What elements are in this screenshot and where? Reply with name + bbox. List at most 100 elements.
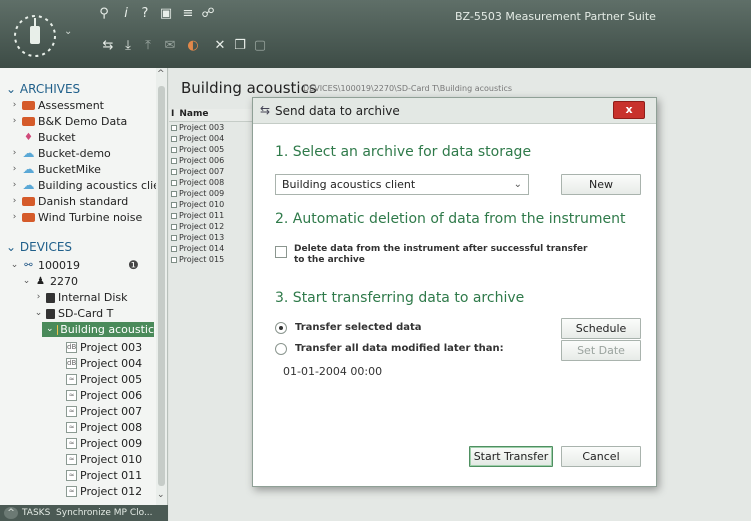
list-item[interactable]: Project 015 — [169, 254, 257, 265]
column-header-i[interactable]: I — [171, 109, 174, 121]
chevron-right-icon[interactable]: › — [10, 210, 19, 225]
tree-item-device[interactable]: ⌄ ⚯ 100019 — [10, 258, 80, 273]
list-item[interactable]: Project 004 — [169, 133, 257, 144]
chevron-down-icon[interactable]: ⌄ — [64, 26, 72, 37]
scroll-down-icon[interactable]: ⌄ — [157, 490, 165, 500]
tree-item-project[interactable]: ≈ Project 009 — [66, 436, 142, 451]
search-icon[interactable]: ⚲ — [96, 6, 112, 22]
help-icon[interactable]: ? — [137, 6, 153, 22]
table-icon[interactable]: ▣ — [158, 6, 174, 22]
list-header[interactable]: I Name — [169, 109, 257, 122]
set-date-button[interactable]: Set Date — [561, 340, 641, 361]
info-circle-icon[interactable]: ❶ — [128, 258, 139, 272]
tree-item-archive[interactable]: › ☁ BucketMike — [10, 162, 101, 177]
tasks-status-text: Synchronize MP Clo... — [56, 508, 153, 518]
tree-item-project[interactable]: ≈ Project 010 — [66, 452, 142, 467]
scrollbar-thumb[interactable] — [158, 86, 165, 486]
tree-item-project[interactable]: ≈ Project 007 — [66, 404, 142, 419]
chevron-right-icon[interactable]: › — [10, 146, 19, 161]
tree-item-archive[interactable]: › ☁ Building acoustics clier — [10, 178, 165, 193]
chevron-down-icon[interactable]: ⌄ — [10, 258, 19, 273]
tree-item-archive[interactable]: › B&K Demo Data — [10, 114, 128, 129]
archive-select[interactable]: Building acoustics client ⌄ — [275, 174, 529, 195]
tree-item-archive[interactable]: › ☁ Bucket-demo — [10, 146, 111, 161]
info-icon[interactable]: i — [118, 6, 134, 22]
chevron-down-icon[interactable]: ⌄ — [22, 274, 31, 289]
tree-item-selected-folder[interactable]: ⌄ Building acoustic — [42, 322, 154, 337]
tree-item-project[interactable]: ≈ Project 011 — [66, 468, 142, 483]
tree-item-project[interactable]: dB Project 004 — [66, 356, 142, 371]
chevron-down-icon[interactable]: ⌄ — [514, 175, 522, 194]
column-header-name[interactable]: Name — [179, 109, 208, 121]
list-item[interactable]: Project 013 — [169, 232, 257, 243]
app-logo-icon[interactable] — [10, 14, 60, 58]
list-item[interactable]: Project 010 — [169, 199, 257, 210]
tree-item-project[interactable]: ≈ Project 005 — [66, 372, 142, 387]
paste-icon[interactable]: ▢ — [252, 38, 268, 54]
chevron-right-icon[interactable]: › — [10, 194, 19, 209]
scroll-up-icon[interactable]: ^ — [157, 69, 165, 79]
signal-icon[interactable]: ≡ — [180, 6, 196, 22]
tree-item-label: Wind Turbine noise — [38, 211, 143, 224]
tree-item-project[interactable]: ≈ Project 006 — [66, 388, 142, 403]
tree-item-project[interactable]: dB Project 003 — [66, 340, 142, 355]
transfer-icon[interactable]: ⇆ — [100, 38, 116, 54]
list-item[interactable]: Project 011 — [169, 210, 257, 221]
tree-item-archive[interactable]: ♦ Bucket — [10, 130, 76, 145]
project-list[interactable]: I Name Project 003 Project 004 Project 0… — [169, 109, 257, 265]
tree-item-project[interactable]: ≈ Project 012 — [66, 484, 142, 499]
list-item-label: Project 011 — [179, 211, 225, 220]
tree-scrollbar[interactable]: ^ ⌄ — [156, 68, 167, 505]
chevron-right-icon[interactable]: › — [10, 114, 19, 129]
chevron-up-icon[interactable]: ^ — [4, 507, 18, 519]
list-item[interactable]: Project 006 — [169, 155, 257, 166]
copy-icon[interactable]: ❐ — [232, 38, 248, 54]
schedule-button[interactable]: Schedule — [561, 318, 641, 339]
chevron-right-icon[interactable]: › — [34, 290, 43, 305]
navigation-tree[interactable]: ⌄ ARCHIVES › Assessment › B&K Demo Data … — [0, 68, 168, 505]
chevron-down-icon[interactable]: ⌄ — [6, 82, 20, 96]
chevron-right-icon[interactable]: › — [10, 98, 19, 113]
tree-item-sd-card[interactable]: ⌄ SD-Card T — [34, 306, 114, 321]
transfer-selected-radio[interactable] — [275, 322, 287, 334]
list-item-label: Project 012 — [179, 222, 225, 231]
palette-icon[interactable]: ◐ — [185, 38, 201, 54]
transfer-all-radio[interactable] — [275, 343, 287, 355]
chevron-down-icon[interactable]: ⌄ — [6, 240, 20, 254]
list-item[interactable]: Project 008 — [169, 177, 257, 188]
cancel-button[interactable]: Cancel — [561, 446, 641, 467]
dialog-title-bar[interactable]: ⇆ Send data to archive x — [253, 98, 656, 124]
list-item[interactable]: Project 003 — [169, 122, 257, 133]
start-transfer-button[interactable]: Start Transfer — [469, 446, 553, 467]
tasks-bar[interactable]: ^ TASKS Synchronize MP Clo... — [0, 505, 168, 521]
archives-header[interactable]: ⌄ ARCHIVES — [6, 82, 80, 96]
list-item[interactable]: Project 007 — [169, 166, 257, 177]
new-archive-button[interactable]: New — [561, 174, 641, 195]
chevron-right-icon[interactable]: › — [10, 178, 19, 193]
list-item[interactable]: Project 005 — [169, 144, 257, 155]
tree-item-label: Bucket-demo — [38, 147, 111, 160]
close-button[interactable]: x — [613, 101, 645, 119]
tree-item-internal-disk[interactable]: › Internal Disk — [34, 290, 128, 305]
tree-item-archive[interactable]: › Assessment — [10, 98, 104, 113]
email-icon[interactable]: ✉ — [162, 38, 178, 54]
chevron-down-icon[interactable]: ⌄ — [34, 306, 43, 321]
chevron-down-icon[interactable]: ⌄ — [46, 322, 54, 337]
tree-item-label: Building acoustics clier — [38, 179, 165, 192]
tree-item-archive[interactable]: › Wind Turbine noise — [10, 210, 143, 225]
cut-icon[interactable]: ✕ — [212, 38, 228, 54]
list-item[interactable]: Project 012 — [169, 221, 257, 232]
upload-icon[interactable]: ⤒ — [140, 38, 156, 54]
delete-after-transfer-checkbox[interactable] — [275, 246, 287, 258]
document-icon: ≈ — [66, 374, 77, 385]
tree-item-instrument[interactable]: ⌄ ♟ 2270 — [22, 274, 78, 289]
chevron-right-icon[interactable]: › — [10, 162, 19, 177]
list-item[interactable]: Project 014 — [169, 243, 257, 254]
file-icon — [171, 135, 177, 142]
people-icon[interactable]: ☍ — [200, 6, 216, 22]
tree-item-project[interactable]: ≈ Project 008 — [66, 420, 142, 435]
devices-header[interactable]: ⌄ DEVICES — [6, 240, 72, 254]
download-icon[interactable]: ⤓ — [120, 38, 136, 54]
tree-item-archive[interactable]: › Danish standard — [10, 194, 129, 209]
list-item[interactable]: Project 009 — [169, 188, 257, 199]
